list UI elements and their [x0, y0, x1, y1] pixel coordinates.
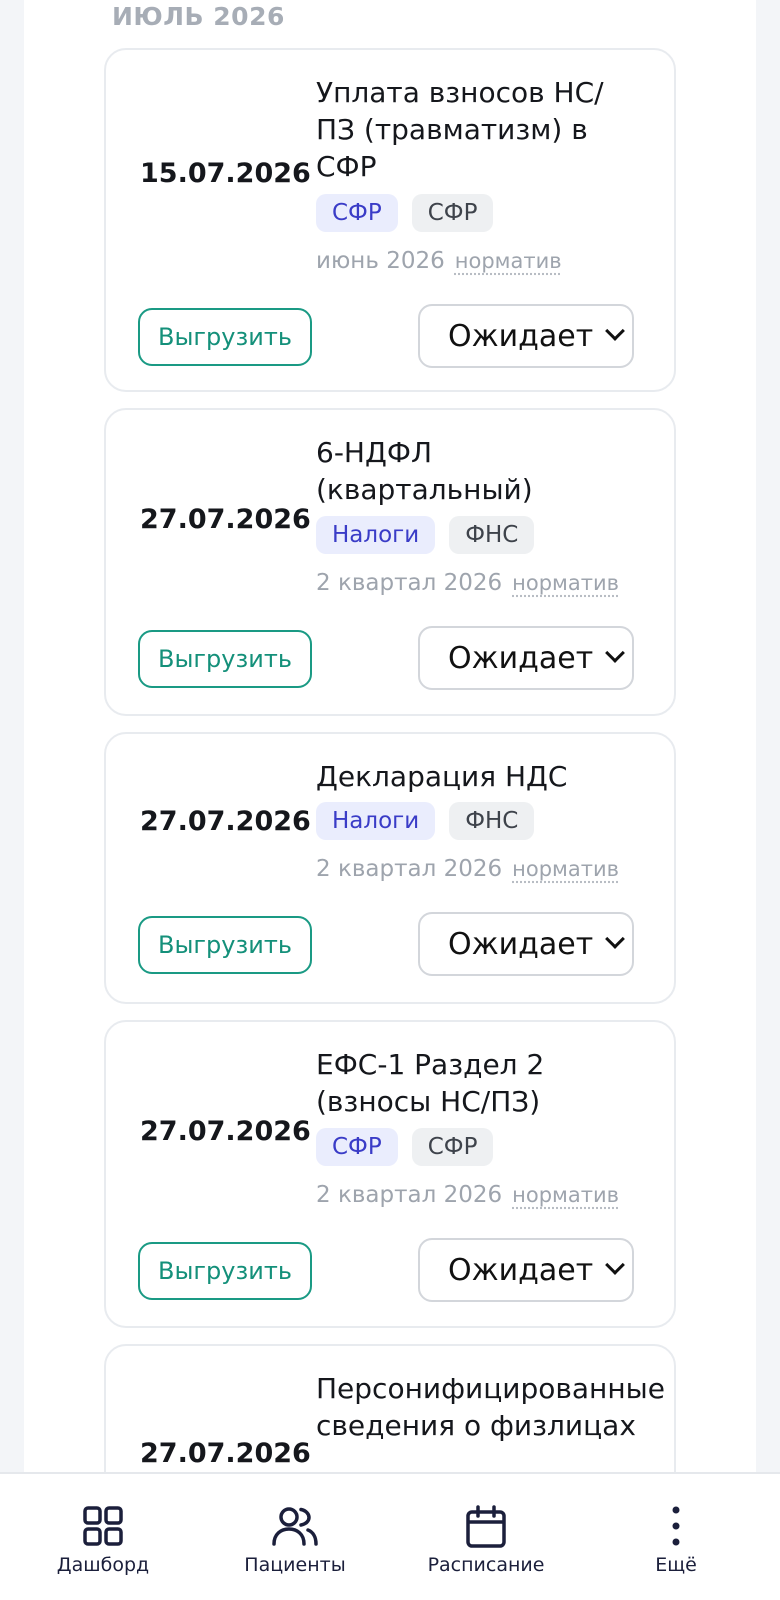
- deadline-card: 15.07.2026 Уплата взносов НС/ ПЗ (травма…: [104, 48, 676, 392]
- period-text: 2 квартал 2026: [316, 856, 503, 882]
- period-text: июнь 2026: [316, 248, 445, 274]
- norm-link[interactable]: норматив: [512, 571, 619, 595]
- nav-label: Ещё: [655, 1554, 697, 1576]
- nav-more[interactable]: Ещё: [636, 1474, 716, 1600]
- nav-dashboard[interactable]: Дашборд: [40, 1474, 166, 1600]
- card-period: 2 квартал 2026 норматив: [316, 570, 619, 596]
- card-title: 6-НДФЛ (квартальный): [316, 436, 533, 506]
- status-select[interactable]: Ожидает: [418, 626, 634, 690]
- calendar-icon: [466, 1505, 506, 1548]
- page: ИЮЛЬ 2026 15.07.2026 Уплата взносов НС/ …: [0, 0, 780, 1600]
- card-date: 15.07.2026: [140, 158, 311, 189]
- month-heading: ИЮЛЬ 2026: [112, 2, 285, 31]
- more-vertical-icon: [672, 1506, 680, 1546]
- chevron-down-icon: [605, 321, 625, 341]
- chevron-down-icon: [605, 1255, 625, 1275]
- bottom-navigation: Дашборд Пациенты Расписание Ещё: [0, 1472, 780, 1600]
- card-title: ЕФС-1 Раздел 2 (взносы НС/ПЗ): [316, 1048, 545, 1118]
- org-tag: СФР: [411, 1128, 494, 1166]
- norm-link[interactable]: норматив: [512, 857, 619, 881]
- norm-link[interactable]: норматив: [512, 1183, 619, 1207]
- status-value: Ожидает: [448, 319, 594, 354]
- card-period: июнь 2026 норматив: [316, 248, 562, 274]
- category-tag: СФР: [316, 194, 398, 232]
- export-button[interactable]: Выгрузить: [138, 1242, 312, 1300]
- dashboard-icon: [83, 1506, 123, 1546]
- period-text: 2 квартал 2026: [316, 1182, 503, 1208]
- card-date: 27.07.2026: [140, 806, 311, 837]
- chevron-down-icon: [605, 929, 625, 949]
- export-button[interactable]: Выгрузить: [138, 630, 312, 688]
- org-tag: СФР: [411, 194, 494, 232]
- card-tags: СФР СФР: [316, 194, 494, 232]
- card-date: 27.07.2026: [140, 504, 311, 535]
- nav-patients[interactable]: Пациенты: [230, 1474, 360, 1600]
- card-title: Персонифицированные сведения о физлицах: [316, 1372, 665, 1442]
- nav-label: Расписание: [427, 1554, 545, 1576]
- status-value: Ожидает: [448, 641, 594, 676]
- status-select[interactable]: Ожидает: [418, 304, 634, 368]
- nav-label: Пациенты: [244, 1554, 346, 1576]
- chevron-down-icon: [605, 643, 625, 663]
- status-value: Ожидает: [448, 1253, 594, 1288]
- card-tags: Налоги ФНС: [316, 516, 535, 554]
- card-tags: Налоги ФНС: [316, 802, 535, 840]
- status-select[interactable]: Ожидает: [418, 1238, 634, 1302]
- card-period: 2 квартал 2026 норматив: [316, 1182, 619, 1208]
- nav-label: Дашборд: [56, 1554, 150, 1576]
- card-date: 27.07.2026: [140, 1116, 311, 1147]
- category-tag: Налоги: [316, 516, 436, 554]
- card-title: Декларация НДС: [316, 760, 568, 793]
- card-date: 27.07.2026: [140, 1438, 311, 1469]
- card-title: Уплата взносов НС/ ПЗ (травматизм) в СФР: [316, 76, 604, 183]
- category-tag: Налоги: [316, 802, 436, 840]
- users-icon: [272, 1507, 318, 1546]
- deadline-card: 27.07.2026 ЕФС-1 Раздел 2 (взносы НС/ПЗ)…: [104, 1020, 676, 1328]
- org-tag: ФНС: [449, 802, 535, 840]
- category-tag: СФР: [316, 1128, 398, 1166]
- org-tag: ФНС: [449, 516, 535, 554]
- export-button[interactable]: Выгрузить: [138, 308, 312, 366]
- card-period: 2 квартал 2026 норматив: [316, 856, 619, 882]
- status-select[interactable]: Ожидает: [418, 912, 634, 976]
- nav-schedule[interactable]: Расписание: [418, 1474, 554, 1600]
- period-text: 2 квартал 2026: [316, 570, 503, 596]
- export-button[interactable]: Выгрузить: [138, 916, 312, 974]
- deadline-card: 27.07.2026 Декларация НДС Налоги ФНС 2 к…: [104, 732, 676, 1004]
- deadline-card: 27.07.2026 6-НДФЛ (квартальный) Налоги Ф…: [104, 408, 676, 716]
- status-value: Ожидает: [448, 927, 594, 962]
- card-tags: СФР СФР: [316, 1128, 494, 1166]
- norm-link[interactable]: норматив: [455, 249, 562, 273]
